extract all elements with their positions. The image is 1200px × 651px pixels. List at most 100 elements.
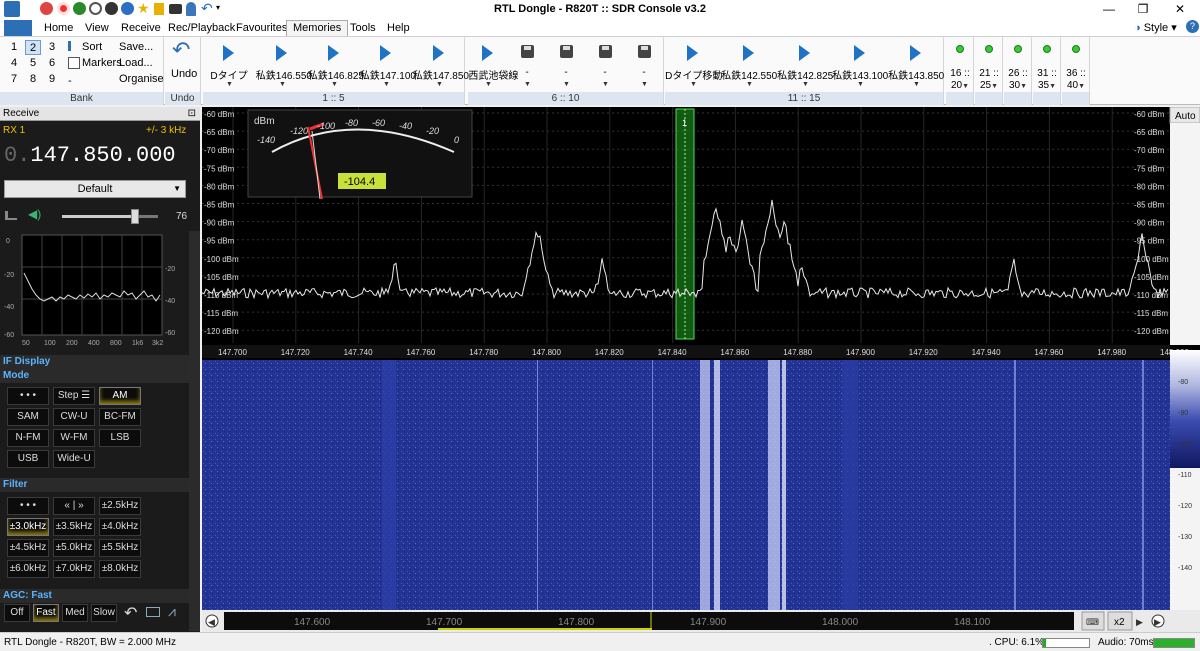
filter-button[interactable]: • • • xyxy=(7,497,49,515)
memory-group3-item-3[interactable]: 私鉄143.100 xyxy=(832,67,888,82)
speaker-icon[interactable]: ◀) xyxy=(28,207,41,221)
memory-group2-item-0[interactable]: 西武池袋線 xyxy=(468,67,518,82)
spectrum-display[interactable]: -60 dBm -65 dBm -70 dBm -75 dBm -80 dBm -85 d… xyxy=(202,107,1200,632)
bank-button-6[interactable]: 6 xyxy=(44,56,60,71)
frequency-display[interactable]: 0.147.850.000 xyxy=(4,143,176,168)
save-disk-icon[interactable] xyxy=(521,45,534,58)
bank-button-8[interactable]: 8 xyxy=(25,72,41,87)
mode-button[interactable]: Step ☰ xyxy=(53,387,95,405)
range-select[interactable]: 20▼ xyxy=(946,80,974,91)
chevron-down-icon[interactable]: ▼ xyxy=(563,81,570,88)
mode-button[interactable]: • • • xyxy=(7,387,49,405)
memory-group3-item-4[interactable]: 私鉄143.850 xyxy=(888,67,944,82)
memory-range-1[interactable]: 21 :: 25▼ xyxy=(975,37,1003,105)
chevron-down-icon[interactable]: ▼ xyxy=(279,81,286,88)
filter-button[interactable]: ±3.0kHz xyxy=(7,518,49,536)
if-display-header[interactable]: IF Display▼ xyxy=(0,355,200,369)
mode-button[interactable]: CW-U xyxy=(53,408,95,426)
style-button[interactable]: ◑ Style ▾ xyxy=(1134,21,1177,34)
agc-reset-icon[interactable]: ↶ xyxy=(124,603,137,623)
play-memory-icon[interactable] xyxy=(482,45,493,61)
memory-group1-item-1[interactable]: 私鉄146.550 xyxy=(256,67,312,82)
load-button[interactable]: Load... xyxy=(119,57,153,69)
waterfall[interactable] xyxy=(202,360,1170,610)
chevron-down-icon[interactable]: ▼ xyxy=(913,81,920,88)
play-memory-icon[interactable] xyxy=(854,45,865,61)
chevron-down-icon[interactable]: ▼ xyxy=(436,81,443,88)
signal-bars-icon[interactable] xyxy=(5,211,17,220)
memory-range-2[interactable]: 26 :: 30▼ xyxy=(1004,37,1032,105)
mode-button[interactable]: N-FM xyxy=(7,429,49,447)
filter-button[interactable]: ±7.0kHz xyxy=(53,560,95,578)
mode-button[interactable]: USB xyxy=(7,450,49,468)
memory-group2-item-2[interactable]: - xyxy=(546,67,585,78)
play-memory-icon[interactable] xyxy=(910,45,921,61)
chevron-down-icon[interactable]: ▼ xyxy=(802,81,809,88)
rx-filter-marker[interactable] xyxy=(675,108,695,340)
mode-button[interactable]: AM xyxy=(99,387,141,405)
waterfall-level-gradient[interactable] xyxy=(1170,350,1200,468)
memory-group3-item-2[interactable]: 私鉄142.825 xyxy=(777,67,833,82)
minimize-button[interactable]: — xyxy=(1094,1,1124,18)
menu-view[interactable]: View xyxy=(79,21,115,37)
help-icon[interactable]: ? xyxy=(1186,20,1199,33)
mode-button[interactable]: LSB xyxy=(99,429,141,447)
level-scale[interactable] xyxy=(1170,123,1200,345)
memory-group1-item-0[interactable]: Dタイプ xyxy=(203,67,255,82)
agc-header[interactable]: AGC: Fast▲ xyxy=(0,589,200,603)
volume-thumb[interactable] xyxy=(130,209,139,224)
bank-button-1[interactable]: 1 xyxy=(6,40,22,55)
memory-group1-item-3[interactable]: 私鉄147.100 xyxy=(360,67,416,82)
range-select[interactable]: 35▼ xyxy=(1033,80,1061,91)
filter-button[interactable]: ±2.5kHz xyxy=(99,497,141,515)
filter-button[interactable]: ±5.5kHz xyxy=(99,539,141,557)
range-select[interactable]: 40▼ xyxy=(1062,80,1090,91)
volume-slider[interactable] xyxy=(62,209,158,224)
maximize-button[interactable]: ❐ xyxy=(1128,1,1158,18)
chevron-down-icon[interactable]: ▼ xyxy=(524,81,531,88)
save-button[interactable]: Save... xyxy=(119,41,153,53)
app-menu-icon[interactable] xyxy=(4,20,32,36)
filter-button[interactable]: ±5.0kHz xyxy=(53,539,95,557)
range-select[interactable]: 25▼ xyxy=(975,80,1003,91)
chevron-down-icon[interactable]: ▼ xyxy=(641,81,648,88)
left-panel-scrollbar[interactable] xyxy=(189,231,200,631)
agc-med-button[interactable]: Med xyxy=(62,604,88,622)
filter-button[interactable]: ±3.5kHz xyxy=(53,518,95,536)
mode-button[interactable]: W-FM xyxy=(53,429,95,447)
agc-graph-icon[interactable]: ⩘ xyxy=(168,603,176,620)
play-memory-icon[interactable] xyxy=(380,45,391,61)
memory-group2-item-4[interactable]: - xyxy=(624,67,663,78)
close-button[interactable]: ✕ xyxy=(1165,1,1195,18)
save-disk-icon[interactable] xyxy=(638,45,651,58)
chevron-down-icon[interactable]: ▼ xyxy=(383,81,390,88)
pin-icon[interactable]: ⊡ xyxy=(188,107,196,121)
mode-button[interactable]: BC-FM xyxy=(99,408,141,426)
filter-button[interactable]: ±4.5kHz xyxy=(7,539,49,557)
bank-button-2[interactable]: 2 xyxy=(25,40,41,55)
save-disk-icon[interactable] xyxy=(599,45,612,58)
menu-home[interactable]: Home xyxy=(38,21,79,37)
spectrum-svg[interactable]: -60 dBm -65 dBm -70 dBm -75 dBm -80 dBm -85 d… xyxy=(202,107,1200,632)
agc-fast-button[interactable]: Fast xyxy=(33,604,59,622)
agc-slow-button[interactable]: Slow xyxy=(91,604,117,622)
memory-group2-item-3[interactable]: - xyxy=(585,67,624,78)
organise-button[interactable]: Organise xyxy=(119,73,164,85)
mode-button[interactable]: Wide-U xyxy=(53,450,95,468)
chevron-down-icon[interactable]: ▼ xyxy=(602,81,609,88)
play-memory-icon[interactable] xyxy=(687,45,698,61)
profile-select[interactable]: Default ▼ xyxy=(4,180,186,198)
bank-button-9[interactable]: 9 xyxy=(44,72,60,87)
filter-button[interactable]: ±8.0kHz xyxy=(99,560,141,578)
bank-button-5[interactable]: 5 xyxy=(25,56,41,71)
menu-favourites[interactable]: Favourites xyxy=(230,21,293,37)
memory-group3-item-0[interactable]: Dタイプ移動 xyxy=(665,67,722,82)
agc-settings-icon[interactable] xyxy=(146,607,160,617)
bank-button-7[interactable]: 7 xyxy=(6,72,22,87)
scroll-right-small-icon[interactable]: ▶ xyxy=(1136,618,1143,628)
play-memory-icon[interactable] xyxy=(223,45,234,61)
chevron-down-icon[interactable]: ▼ xyxy=(331,81,338,88)
markers-checkbox[interactable] xyxy=(68,57,80,69)
filter-button[interactable]: « | » xyxy=(53,497,95,515)
filter-button[interactable]: ±4.0kHz xyxy=(99,518,141,536)
